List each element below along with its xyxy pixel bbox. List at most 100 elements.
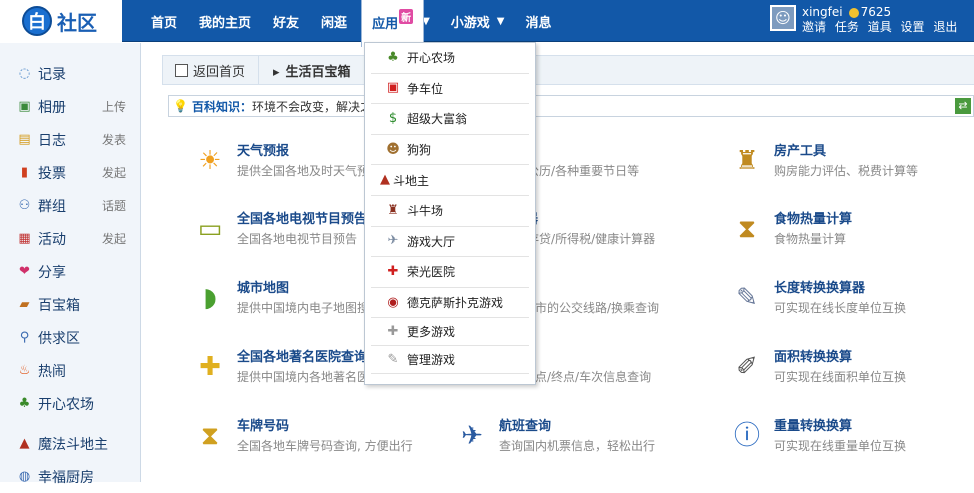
trophy-icon: ♜ [735, 146, 759, 176]
tool-flight[interactable]: ✈ 航班查询 查询国内机票信息，轻松出行 [454, 418, 655, 455]
sidebar-item-events[interactable]: ▦ 活动 发起 [0, 222, 140, 255]
chess-icon: ♜ [387, 202, 399, 218]
sidebar-item-hot[interactable]: ♨ 热闹 [0, 354, 140, 387]
weather-icon: ☀ [198, 146, 222, 176]
sidebar-item-diary[interactable]: ▤ 日志 发表 [0, 123, 140, 156]
coin-icon [848, 7, 859, 18]
bulb-icon: 💡 [173, 99, 188, 113]
money-icon: $ [388, 110, 398, 126]
info-icon: ⓘ [733, 421, 760, 451]
search-icon: ⚲ [19, 330, 30, 345]
group-icon: ⚇ [18, 198, 31, 213]
coin-count: 7625 [860, 5, 892, 19]
nav-my-page[interactable]: 我的主页 [199, 12, 251, 31]
sidebar-item-market[interactable]: ⚲ 供求区 [0, 321, 140, 354]
games-chevron-down-icon[interactable]: ▼ [497, 16, 505, 27]
menu-item-more-games[interactable]: ✚ 更多游戏 [371, 318, 529, 347]
menu-item-bullfight[interactable]: ♜ 斗牛场 [371, 196, 529, 227]
menu-item-doudizhu[interactable]: ▲ 斗地主 [371, 165, 529, 196]
topics-link[interactable]: 话题 [102, 197, 126, 214]
user-panel: ☺ xingfei 7625 邀请 任务 道具 设置 退出 [770, 5, 962, 35]
username[interactable]: xingfei [802, 5, 843, 19]
sidebar-item-doudizhu[interactable]: ▲ 魔法斗地主 [0, 427, 140, 460]
poker-chip-icon: ◉ [387, 294, 399, 310]
tool-area[interactable]: ✐ 面积转换换算 可实现在线面积单位互换 [729, 349, 906, 386]
tool-plate[interactable]: ⧗ 车牌号码 全国各地车牌号码查询, 方便出行 [192, 418, 413, 455]
share-icon: ❤ [19, 264, 30, 279]
nav-apps-label: 应用 [372, 17, 399, 32]
sidebar-item-share[interactable]: ❤ 分享 [0, 255, 140, 288]
home-icon [175, 63, 188, 77]
nav-apps[interactable]: 应用 新 [361, 0, 425, 47]
tasks-link[interactable]: 任务 [835, 20, 859, 34]
tip-text: 环境不会改变，解决之 [251, 99, 372, 114]
back-home-link[interactable]: 返回首页 [163, 56, 259, 84]
tip-label: 百科知识： [191, 99, 252, 114]
site-logo[interactable]: 白 社区 [0, 0, 122, 42]
tool-map[interactable]: ◗ 城市地图 提供中国境内电子地图搜索 [192, 280, 381, 317]
photo-icon: ▣ [18, 99, 31, 114]
sprout-icon: ♣ [18, 396, 31, 411]
tool-weight[interactable]: ⓘ 重量转换换算 可实现在线重量单位互换 [729, 418, 906, 455]
tool-length[interactable]: ✎ 长度转换换算器 可实现在线长度单位互换 [729, 280, 906, 317]
sidebar-item-farm[interactable]: ♣ 开心农场 [0, 387, 140, 420]
tool-hospital[interactable]: ✚ 全国各地著名医院查询 提供中国境内各地著名医院 [192, 349, 381, 386]
ruler-icon: ✎ [736, 283, 758, 313]
sidebar-item-kitchen[interactable]: ◍ 幸福厨房 [0, 460, 140, 493]
calendar-icon: ▦ [18, 231, 31, 246]
apps-dropdown-menu: ♣ 开心农场 ▣ 争车位 $ 超级大富翁 ☻ 狗狗 ▲ 斗地主 ♜ 斗牛场 ✈ 游戏大厅 ✚ 荣… [364, 42, 536, 385]
menu-item-farm[interactable]: ♣ 开心农场 [371, 43, 529, 74]
nav-messages[interactable]: 消息 [526, 12, 552, 31]
menu-item-monopoly[interactable]: $ 超级大富翁 [371, 104, 529, 135]
sidebar-item-treasure[interactable]: ▰ 百宝箱 [0, 288, 140, 321]
start-poll-link[interactable]: 发起 [102, 164, 126, 181]
logo-text: 社区 [57, 10, 97, 35]
main-nav: 首页 我的主页 好友 闲逛 应用 新 ▼ 小游戏 ▼ 消息 [140, 0, 563, 47]
fire-icon: ♨ [18, 363, 31, 378]
nav-mini-games[interactable]: 小游戏 [451, 12, 490, 31]
upload-link[interactable]: 上传 [102, 98, 126, 115]
nav-home[interactable]: 首页 [151, 12, 177, 31]
main-content: 返回首页 生活百宝箱 💡 百科知识： 环境不会改变，解决之 ⇄ ☀天气预报提供全… [142, 43, 974, 482]
menu-item-poker[interactable]: ◉ 德克萨斯扑克游戏 [371, 288, 529, 319]
start-event-link[interactable]: 发起 [102, 230, 126, 247]
menu-item-dog[interactable]: ☻ 狗狗 [371, 135, 529, 166]
hourglass-icon: ⧗ [200, 421, 220, 451]
sidebar-item-records[interactable]: ◌ 记录 [0, 57, 140, 90]
sidebar-item-groups[interactable]: ⚇ 群组 话题 [0, 189, 140, 222]
sidebar: ◌ 记录 ▣ 相册 上传 ▤ 日志 发表 ▮ 投票 发起 ⚇ 群组 话题 ▦ 活动 发起 ❤ 分享 ▰ 百… [0, 43, 141, 486]
map-icon: ◗ [203, 283, 217, 313]
pencil-icon: ✐ [736, 352, 758, 382]
refresh-icon[interactable]: ⇄ [955, 98, 971, 114]
hat-icon: ▲ [19, 436, 30, 451]
jar-icon: ⧗ [737, 214, 757, 244]
breadcrumb-current: 生活百宝箱 [273, 61, 351, 80]
invite-link[interactable]: 邀请 [802, 20, 826, 34]
gamepad-icon: ✈ [387, 233, 399, 249]
items-link[interactable]: 道具 [868, 20, 892, 34]
sidebar-item-album[interactable]: ▣ 相册 上传 [0, 90, 140, 123]
logout-link[interactable]: 退出 [933, 20, 957, 34]
avatar[interactable]: ☺ [770, 5, 796, 31]
tip-bar: 💡 百科知识： 环境不会改变，解决之 ⇄ [168, 95, 974, 117]
logo-mark: 白 [22, 6, 52, 36]
tool-property[interactable]: ♜ 房产工具 购房能力评估、税费计算等 [729, 143, 918, 180]
new-badge: 新 [399, 9, 414, 24]
menu-item-game-hall[interactable]: ✈ 游戏大厅 [371, 227, 529, 258]
menu-item-hospital[interactable]: ✚ 荣光医院 [371, 257, 529, 288]
settings-link[interactable]: 设置 [901, 20, 925, 34]
plus-icon: ✚ [387, 323, 399, 339]
tool-weather[interactable]: ☀ 天气预报 提供全国各地及时天气预报 [192, 143, 381, 180]
dog-icon: ☻ [386, 141, 400, 157]
tool-tv[interactable]: ▭ 全国各地电视节目预告 全国各地电视节目预告 [192, 211, 367, 248]
sidebar-item-poll[interactable]: ▮ 投票 发起 [0, 156, 140, 189]
menu-item-manage-games[interactable]: ✎ 管理游戏 [371, 346, 529, 375]
tool-calories[interactable]: ⧗ 食物热量计算 食物热量计算 [729, 211, 852, 248]
nav-friends[interactable]: 好友 [273, 12, 299, 31]
wrench-icon: ✎ [387, 351, 399, 367]
note-icon: ◌ [18, 66, 31, 81]
diary-icon: ▤ [18, 132, 31, 147]
menu-item-parking[interactable]: ▣ 争车位 [371, 74, 529, 105]
publish-link[interactable]: 发表 [102, 131, 126, 148]
nav-browse[interactable]: 闲逛 [321, 12, 347, 31]
